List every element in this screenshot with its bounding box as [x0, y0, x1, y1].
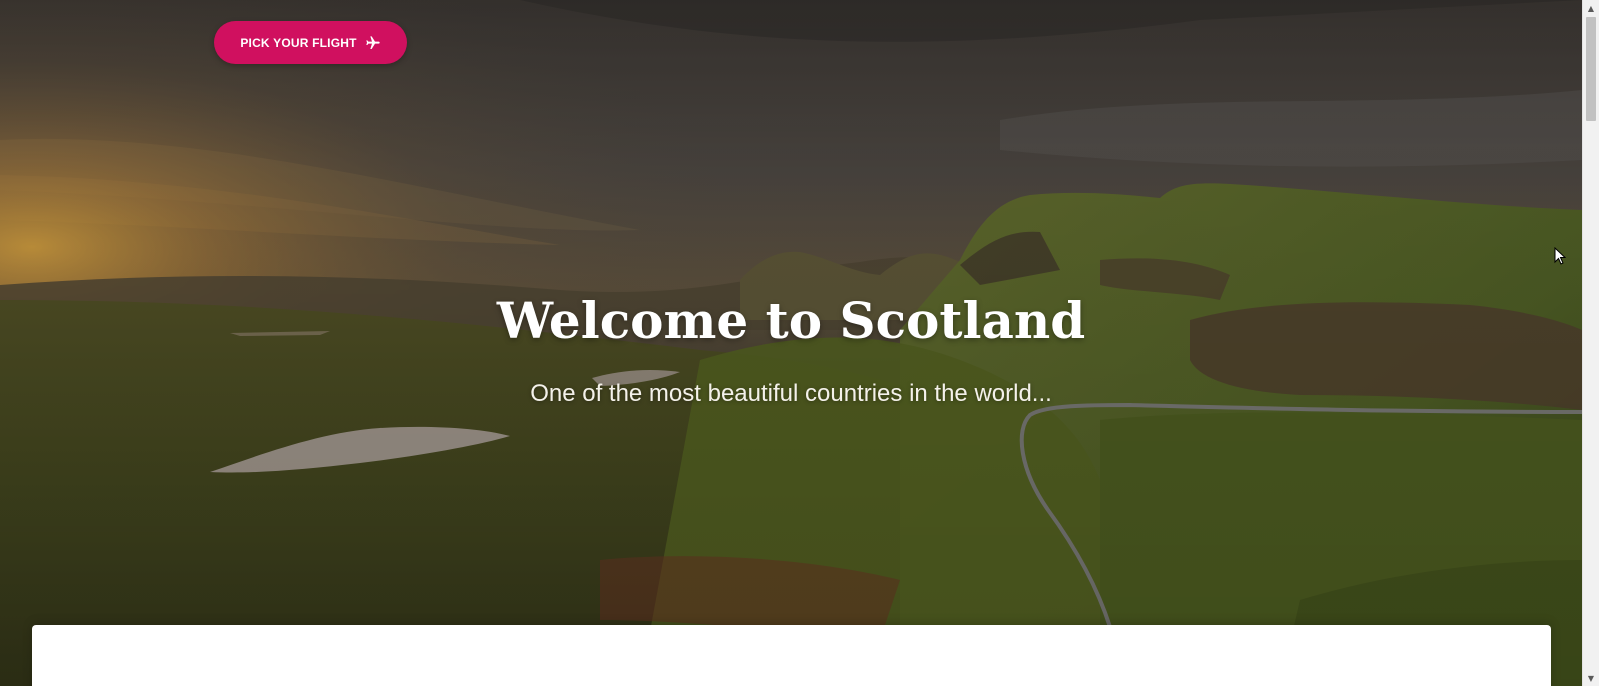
airplane-icon	[365, 35, 380, 49]
content-card	[32, 625, 1551, 686]
hero-subtitle: One of the most beautiful countries in t…	[530, 380, 1052, 407]
page-viewport: PICK YOUR FLIGHT Welcome to Scotland One…	[0, 0, 1582, 686]
scrollbar-thumb[interactable]	[1586, 17, 1596, 121]
pick-your-flight-label: PICK YOUR FLIGHT	[240, 35, 357, 50]
pick-your-flight-button[interactable]: PICK YOUR FLIGHT	[214, 21, 407, 64]
vertical-scrollbar[interactable]: ▲ ▼	[1582, 0, 1599, 686]
mouse-pointer-icon	[1554, 247, 1566, 265]
scroll-down-arrow-icon[interactable]: ▼	[1583, 670, 1599, 686]
scroll-up-arrow-icon[interactable]: ▲	[1583, 0, 1599, 16]
hero-title: Welcome to Scotland	[496, 291, 1086, 350]
hero-section: PICK YOUR FLIGHT Welcome to Scotland One…	[0, 0, 1582, 686]
